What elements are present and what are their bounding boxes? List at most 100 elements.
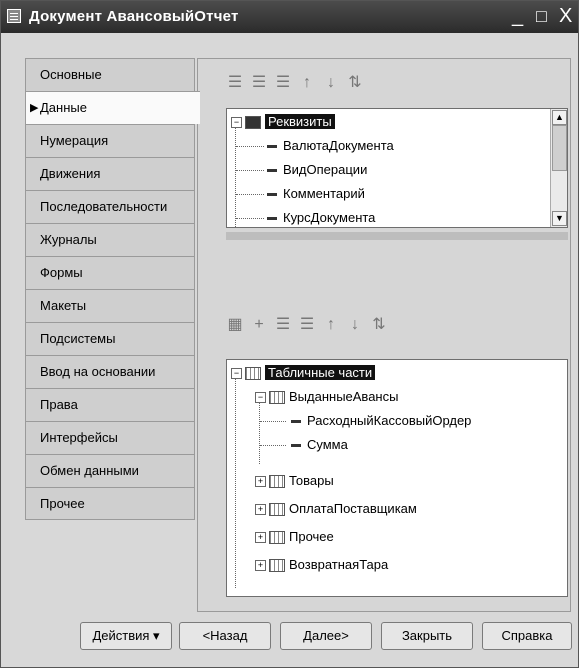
tree-root-attributes[interactable]: − Реквизиты <box>231 111 335 133</box>
tab-label: Права <box>40 397 78 412</box>
collapse-icon[interactable]: − <box>231 117 242 129</box>
tree-item[interactable]: КурсДокумента <box>267 207 376 227</box>
scroll-up-icon[interactable]: ▲ <box>552 110 567 125</box>
tree-item-label: ВалютаДокумента <box>283 138 394 153</box>
attribute-icon <box>291 444 301 448</box>
tree-item[interactable]: + Прочее <box>255 526 334 548</box>
tab-interfaces[interactable]: Интерфейсы <box>25 421 195 454</box>
tab-label: Нумерация <box>40 133 109 148</box>
tree-root-tabular-parts[interactable]: − Табличные части <box>231 362 376 384</box>
tab-sequences[interactable]: Последовательности <box>25 190 195 223</box>
tree-item-label: Сумма <box>307 437 348 452</box>
help-button[interactable]: Справка <box>482 622 572 650</box>
tree-item-label: КурсДокумента <box>283 210 376 225</box>
scroll-thumb[interactable] <box>552 125 567 171</box>
tab-journals[interactable]: Журналы <box>25 223 195 256</box>
tree-item-label: Товары <box>289 473 334 488</box>
attribute-icon <box>267 145 277 149</box>
tree-item-label: ОплатаПоставщикам <box>289 501 417 516</box>
collapse-icon[interactable]: − <box>231 368 242 380</box>
list-icon[interactable]: ☰ <box>298 316 316 334</box>
tree-root-label: Табличные части <box>265 365 376 380</box>
tab-forms[interactable]: Формы <box>25 256 195 289</box>
attribute-icon <box>267 193 277 197</box>
tree-subitem[interactable]: РасходныйКассовыйОрдер <box>291 410 471 432</box>
tab-other[interactable]: Прочее <box>25 487 195 520</box>
tab-label: Подсистемы <box>40 331 116 346</box>
window-title: Документ АвансовыйОтчет <box>29 8 239 25</box>
document-icon <box>7 9 21 23</box>
tab-label: Журналы <box>40 232 97 247</box>
scroll-down-icon[interactable]: ▼ <box>552 211 567 226</box>
dropdown-arrow-icon: ▾ <box>153 628 160 643</box>
next-button[interactable]: Далее> <box>280 622 372 650</box>
tab-input-based-on[interactable]: Ввод на основании <box>25 355 195 388</box>
table-icon <box>269 391 285 405</box>
tree-item-label: ВозвратнаяТара <box>289 557 389 572</box>
tree-item-label: Комментарий <box>283 186 365 201</box>
down-arrow-icon[interactable]: ↓ <box>322 74 340 92</box>
tab-label: Прочее <box>40 496 85 511</box>
close-window-button[interactable]: X <box>559 5 572 27</box>
list-icon[interactable]: ☰ <box>226 74 244 92</box>
attributes-toolbar: ☰ ☰ ☰ ↑ ↓ ⇅ <box>226 71 364 95</box>
vertical-scrollbar[interactable]: ▲ ▼ <box>550 109 567 227</box>
actions-button[interactable]: Действия ▾ <box>80 622 172 650</box>
tree-item-label: ВыданныеАвансы <box>289 389 399 404</box>
tab-data[interactable]: ▶ Данные <box>25 91 200 124</box>
tab-label: Основные <box>40 67 102 82</box>
list-icon[interactable]: ☰ <box>274 74 292 92</box>
down-arrow-icon[interactable]: ↓ <box>346 316 364 334</box>
tab-subsystems[interactable]: Подсистемы <box>25 322 195 355</box>
expand-icon[interactable]: + <box>255 504 266 516</box>
up-arrow-icon[interactable]: ↑ <box>322 316 340 334</box>
tree-item[interactable]: Комментарий <box>267 183 365 205</box>
table-icon <box>269 475 285 489</box>
expand-icon[interactable]: + <box>255 560 266 572</box>
tree-item-label: ВидОперации <box>283 162 368 177</box>
tab-label: Последовательности <box>40 199 168 214</box>
tab-main[interactable]: Основные <box>25 58 195 91</box>
attribute-icon <box>267 169 277 173</box>
tab-label: Интерфейсы <box>40 430 118 445</box>
sort-icon[interactable]: ⇅ <box>346 74 364 92</box>
tab-layouts[interactable]: Макеты <box>25 289 195 322</box>
tree-subitem[interactable]: Сумма <box>291 434 348 456</box>
panel-splitter[interactable] <box>226 232 568 240</box>
title-bar: Документ АвансовыйОтчет _ □ X <box>1 1 578 33</box>
tab-movements[interactable]: Движения <box>25 157 195 190</box>
tree-item[interactable]: + ОплатаПоставщикам <box>255 498 417 520</box>
tab-label: Обмен данными <box>40 463 139 478</box>
minimize-button[interactable]: _ <box>512 5 523 27</box>
tree-item[interactable]: ВалютаДокумента <box>267 135 394 157</box>
tab-numbering[interactable]: Нумерация <box>25 124 195 157</box>
tab-label: Движения <box>40 166 101 181</box>
add-icon[interactable]: + <box>250 316 268 334</box>
tree-item-expanded[interactable]: − ВыданныеАвансы <box>255 386 398 408</box>
tab-data-exchange[interactable]: Обмен данными <box>25 454 195 487</box>
expand-icon[interactable]: + <box>255 476 266 488</box>
tab-label: Формы <box>40 265 83 280</box>
tab-label: Макеты <box>40 298 87 313</box>
tabular-toolbar: ▦ + ☰ ☰ ↑ ↓ ⇅ <box>226 313 388 337</box>
grid-icon[interactable]: ▦ <box>226 316 244 334</box>
maximize-button[interactable]: □ <box>536 5 547 27</box>
close-button[interactable]: Закрыть <box>381 622 473 650</box>
list-icon[interactable]: ☰ <box>274 316 292 334</box>
table-icon <box>269 503 285 517</box>
list-icon[interactable]: ☰ <box>250 74 268 92</box>
up-arrow-icon[interactable]: ↑ <box>298 74 316 92</box>
table-icon <box>245 367 261 381</box>
collapse-icon[interactable]: − <box>255 392 266 404</box>
data-tab-panel: ☰ ☰ ☰ ↑ ↓ ⇅ − Реквизиты ВалютаДокумента В… <box>197 58 571 612</box>
back-button[interactable]: <Назад <box>179 622 271 650</box>
tree-item[interactable]: + Товары <box>255 470 334 492</box>
tabular-parts-tree: − Табличные части − ВыданныеАвансы Расходн… <box>226 359 568 597</box>
attributes-icon <box>245 116 261 130</box>
tab-rights[interactable]: Права <box>25 388 195 421</box>
sort-icon[interactable]: ⇅ <box>370 316 388 334</box>
expand-icon[interactable]: + <box>255 532 266 544</box>
tree-item-label: Прочее <box>289 529 334 544</box>
tree-item[interactable]: ВидОперации <box>267 159 367 181</box>
tree-item[interactable]: + ВозвратнаяТара <box>255 554 388 576</box>
